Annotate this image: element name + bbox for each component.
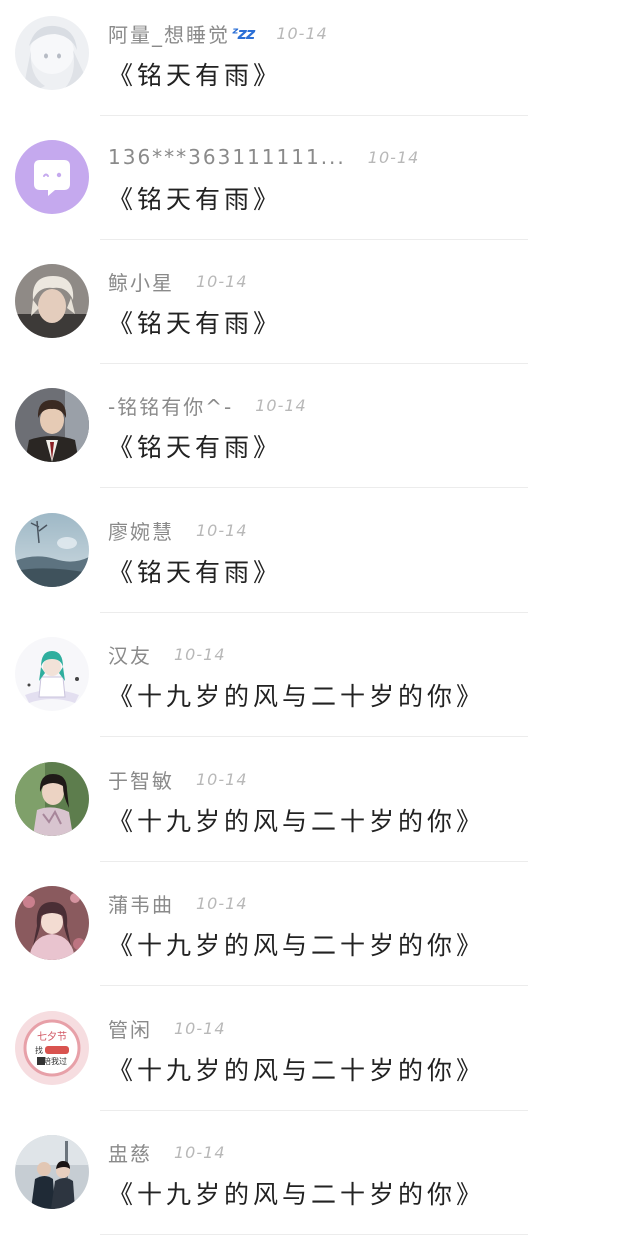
comment-date: 10-14 [196,893,248,913]
comment-title[interactable]: 《铭天有雨》 [108,304,282,340]
comment-meta: 盅慈 10-14 [108,1137,226,1167]
comment-date: 10-14 [174,644,226,664]
comment-meta: 廖婉慧 10-14 [108,515,248,545]
list-item[interactable]: 136***363111111... 10-14 《铭天有雨》 [0,124,640,248]
comment-date: 10-14 [276,23,328,43]
username[interactable]: 蒲韦曲 [108,889,174,918]
avatar[interactable] [15,886,89,960]
username[interactable]: 盅慈 [108,1138,152,1167]
divider [100,612,528,613]
avatar[interactable] [15,513,89,587]
avatar[interactable] [15,264,89,338]
username[interactable]: 汉友 [108,640,152,669]
comment-meta: -铭铭有你^- 10-14 [108,390,307,420]
username[interactable]: 阿量_想睡觉 [108,19,230,48]
comment-meta: 蒲韦曲 10-14 [108,888,248,918]
list-item[interactable]: 七夕节 找 陪我过 管闲 10-14 《十九岁的风与二十岁的你》 [0,995,640,1119]
divider [100,363,528,364]
comment-date: 10-14 [196,271,248,291]
comment-date: 10-14 [367,147,420,167]
list-item[interactable]: 于智敏 10-14 《十九岁的风与二十岁的你》 [0,746,640,870]
avatar[interactable] [15,762,89,836]
comment-title[interactable]: 《铭天有雨》 [108,180,282,216]
stamp-top-text: 七夕节 [37,1031,67,1043]
avatar[interactable]: 七夕节 找 陪我过 [15,1011,89,1085]
list-item[interactable]: -铭铭有你^- 10-14 《铭天有雨》 [0,372,640,496]
avatar[interactable] [15,1135,89,1209]
comment-title[interactable]: 《十九岁的风与二十岁的你》 [108,1175,485,1211]
comment-meta: 于智敏 10-14 [108,764,248,794]
divider [100,1110,528,1111]
username[interactable]: 廖婉慧 [108,516,174,545]
divider [100,115,528,116]
sleep-zzz-icon: ᶻzz [232,23,255,43]
avatar[interactable] [15,16,89,90]
username[interactable]: 于智敏 [108,765,174,794]
avatar[interactable] [15,388,89,462]
list-item[interactable]: 盅慈 10-14 《十九岁的风与二十岁的你》 [0,1119,640,1243]
divider [100,985,528,986]
comment-date: 10-14 [196,520,248,540]
comment-title[interactable]: 《铭天有雨》 [108,553,282,589]
comment-title[interactable]: 《十九岁的风与二十岁的你》 [108,677,485,713]
list-item[interactable]: 廖婉慧 10-14 《铭天有雨》 [0,497,640,621]
list-item[interactable]: 蒲韦曲 10-14 《十九岁的风与二十岁的你》 [0,870,640,994]
comment-date: 10-14 [255,395,307,415]
comment-title[interactable]: 《铭天有雨》 [108,56,282,92]
avatar[interactable] [15,637,89,711]
comment-meta: 136***363111111... 10-14 [108,142,419,172]
username[interactable]: -铭铭有你^- [108,391,233,420]
comment-title[interactable]: 《十九岁的风与二十岁的你》 [108,802,485,838]
username[interactable]: 136***363111111... [108,145,346,169]
comment-meta: 汉友 10-14 [108,639,226,669]
divider [100,239,528,240]
comment-meta: 管闲 10-14 [108,1013,226,1043]
comment-title[interactable]: 《十九岁的风与二十岁的你》 [108,1051,485,1087]
stamp-bottom-text: 陪我过 [43,1056,67,1066]
comment-title[interactable]: 《铭天有雨》 [108,428,282,464]
comment-date: 10-14 [174,1018,226,1038]
avatar[interactable] [15,140,89,214]
divider [100,487,528,488]
username[interactable]: 管闲 [108,1014,152,1043]
divider [100,1234,528,1235]
comment-meta: 阿量_想睡觉 ᶻzz 10-14 [108,18,328,48]
divider [100,861,528,862]
username[interactable]: 鲸小星 [108,267,174,296]
comment-meta: 鲸小星 10-14 [108,266,248,296]
divider [100,736,528,737]
stamp-middle-text: 找 [35,1045,43,1055]
list-item[interactable]: 阿量_想睡觉 ᶻzz 10-14 《铭天有雨》 [0,0,640,124]
list-item[interactable]: 汉友 10-14 《十九岁的风与二十岁的你》 [0,621,640,745]
list-item[interactable]: 鲸小星 10-14 《铭天有雨》 [0,248,640,372]
comment-title[interactable]: 《十九岁的风与二十岁的你》 [108,926,485,962]
comment-date: 10-14 [174,1142,226,1162]
comment-list: 阿量_想睡觉 ᶻzz 10-14 《铭天有雨》 136***363111111.… [0,0,640,1237]
comment-date: 10-14 [196,769,248,789]
